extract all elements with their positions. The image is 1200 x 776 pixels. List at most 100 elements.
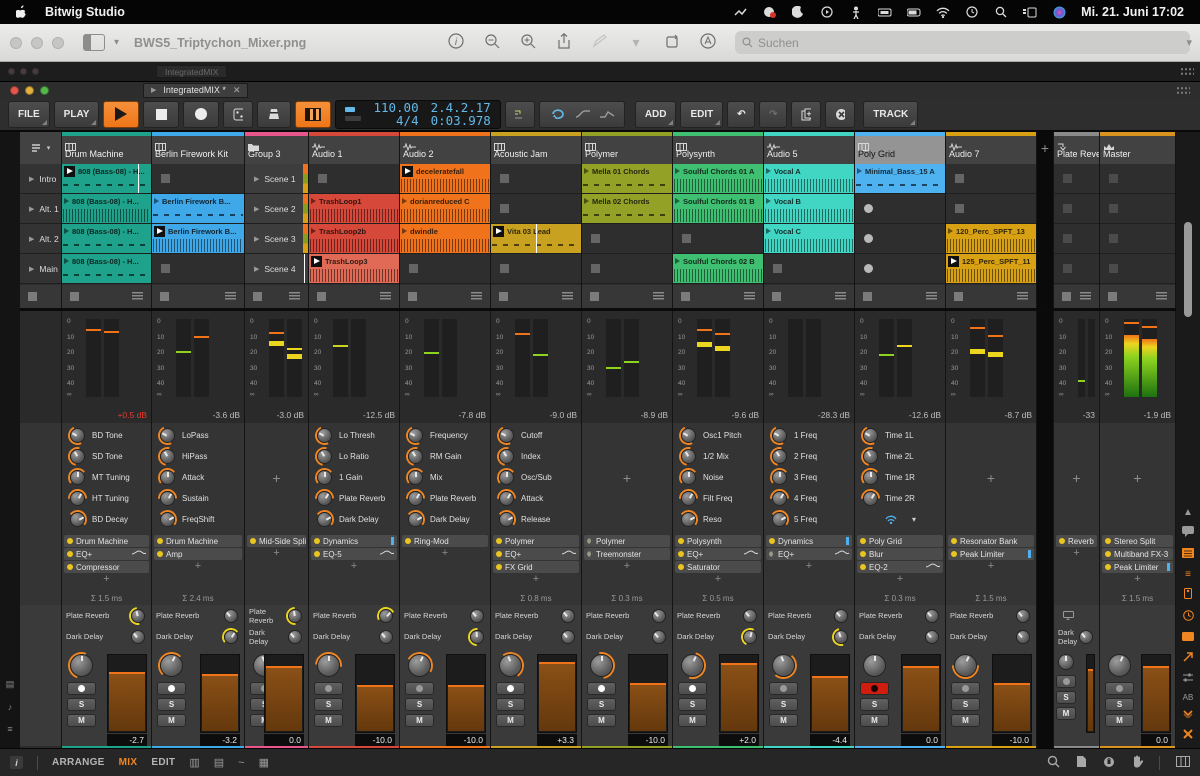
sidebar-chevron-icon[interactable]: ▾: [114, 37, 119, 48]
stop-all-clips-button[interactable]: [28, 292, 37, 301]
device-chip-ring-mod[interactable]: Ring-Mod: [402, 535, 488, 547]
record-arm-button[interactable]: [1105, 682, 1134, 695]
automation-follow-icon[interactable]: [575, 108, 591, 120]
solo-button[interactable]: S: [1105, 698, 1134, 711]
stop-all-clips-button[interactable]: [954, 292, 963, 301]
pan-knob[interactable]: [309, 646, 348, 685]
punch-in-out-button[interactable]: [504, 100, 535, 128]
clip-slot[interactable]: Minimal_Bass_15 A: [855, 164, 945, 194]
clip-stop-button[interactable]: [1109, 264, 1118, 273]
clip-slot[interactable]: Vita 03 Lead: [491, 224, 581, 254]
clip-play-icon[interactable]: [64, 228, 69, 234]
clip-slot[interactable]: [1100, 194, 1175, 224]
battery-icon[interactable]: [907, 6, 921, 18]
send-knob[interactable]: [374, 605, 398, 627]
mute-button[interactable]: M: [1056, 707, 1076, 720]
remote-knob[interactable]: [675, 443, 702, 470]
list-icon[interactable]: ≡: [7, 724, 12, 734]
clip-playing-icon[interactable]: [154, 225, 165, 237]
send-knob[interactable]: [923, 607, 941, 625]
note-icon[interactable]: ♪: [8, 702, 13, 712]
clip-slot[interactable]: [1054, 194, 1099, 224]
clip-slot[interactable]: Berlin Firework B...: [152, 224, 244, 254]
siri-icon[interactable]: [1052, 6, 1066, 18]
clip-slot[interactable]: Vocal A: [764, 164, 854, 194]
device-on-icon[interactable]: [314, 551, 320, 557]
clip-stop-button[interactable]: [500, 264, 509, 273]
clip-stop-button[interactable]: [1109, 204, 1118, 213]
clip-play-icon[interactable]: [154, 198, 159, 204]
device-on-icon[interactable]: [496, 551, 502, 557]
pan-knob[interactable]: [1056, 652, 1076, 672]
send-knob[interactable]: [559, 628, 577, 646]
solo-button[interactable]: S: [860, 698, 889, 711]
clip-slot[interactable]: ▶ Scene 1: [245, 164, 308, 194]
device-chip-peak-limiter[interactable]: Peak Limiter: [1102, 561, 1173, 573]
loop-icon[interactable]: [549, 108, 567, 120]
device-on-icon[interactable]: [314, 538, 320, 544]
share-icon[interactable]: [555, 32, 573, 53]
clip-playing-icon[interactable]: [311, 255, 322, 267]
clip-slot[interactable]: [400, 254, 490, 284]
remote-knob[interactable]: [494, 423, 519, 448]
add-device-button[interactable]: +: [1054, 547, 1099, 560]
remote-knob[interactable]: [312, 423, 337, 448]
scene-play-icon[interactable]: ▶: [29, 265, 34, 273]
edit-menu-button[interactable]: EDIT: [680, 100, 724, 128]
clip-launcher-toggle-button[interactable]: [295, 100, 332, 128]
send-knob[interactable]: [286, 628, 304, 646]
clip-slot[interactable]: [855, 194, 945, 224]
info-icon[interactable]: i: [447, 33, 465, 52]
mute-button[interactable]: M: [951, 714, 980, 727]
clip-stop-button[interactable]: [500, 174, 509, 183]
send-knob[interactable]: [129, 628, 147, 646]
device-chip-eq-2[interactable]: EQ-2: [857, 561, 943, 573]
pan-knob[interactable]: [1106, 652, 1133, 679]
clip-history-icon[interactable]: [926, 292, 937, 301]
device-off-icon[interactable]: [769, 551, 775, 557]
pan-knob[interactable]: [63, 647, 100, 684]
search-field[interactable]: Suchen: [735, 31, 1190, 54]
media-play-icon[interactable]: [820, 6, 834, 18]
device-on-icon[interactable]: [860, 538, 866, 544]
remote-knob[interactable]: [678, 467, 699, 488]
clip-slot[interactable]: Soulful Chords 02 B: [673, 254, 763, 284]
send-knob[interactable]: [282, 605, 308, 629]
clip-slot[interactable]: 808 (Bass-08) - H...: [62, 194, 151, 224]
clip-slot[interactable]: [491, 164, 581, 194]
scene-play-icon[interactable]: ▶: [29, 175, 34, 183]
send-knob[interactable]: [1014, 607, 1032, 625]
volume-fader[interactable]: [628, 654, 668, 733]
remote-knob[interactable]: [857, 485, 884, 512]
send-knob[interactable]: [832, 607, 850, 625]
clip-slot[interactable]: [1100, 224, 1175, 254]
clip-slot[interactable]: Vocal C: [764, 224, 854, 254]
clip-stop-button[interactable]: [1063, 234, 1072, 243]
clip-stop-button[interactable]: [591, 234, 600, 243]
record-arm-button[interactable]: [587, 682, 616, 695]
stop-all-clips-button[interactable]: [1062, 292, 1071, 301]
record-arm-button[interactable]: [67, 682, 96, 695]
mute-button[interactable]: M: [678, 714, 707, 727]
remote-knob[interactable]: [402, 485, 429, 512]
device-on-icon[interactable]: [250, 538, 256, 544]
solo-button[interactable]: S: [1056, 691, 1076, 704]
clip-stop-button[interactable]: [409, 264, 418, 273]
menubar-app-name[interactable]: Bitwig Studio: [45, 5, 125, 19]
device-chip-eq-[interactable]: EQ+: [766, 548, 852, 560]
app-red-badge-icon[interactable]: [762, 6, 776, 18]
sidebar-toggle-icon[interactable]: [83, 34, 105, 51]
grid-icon[interactable]: ▦: [259, 756, 269, 769]
solo-button[interactable]: S: [314, 698, 343, 711]
remote-knob[interactable]: [64, 485, 91, 512]
search-icon[interactable]: [1047, 755, 1060, 771]
automation-curve-icon[interactable]: ~: [238, 757, 244, 769]
device-on-icon[interactable]: [67, 551, 73, 557]
clip-slot[interactable]: [764, 254, 854, 284]
device-chip-mid-side-split[interactable]: Mid-Side Split: [247, 535, 306, 547]
remote-knob[interactable]: [67, 467, 88, 488]
volume-fader[interactable]: [992, 654, 1032, 733]
mixer-view-icon[interactable]: ≡: [1185, 569, 1191, 580]
play-button[interactable]: [103, 100, 140, 128]
clip-slot[interactable]: [491, 254, 581, 284]
